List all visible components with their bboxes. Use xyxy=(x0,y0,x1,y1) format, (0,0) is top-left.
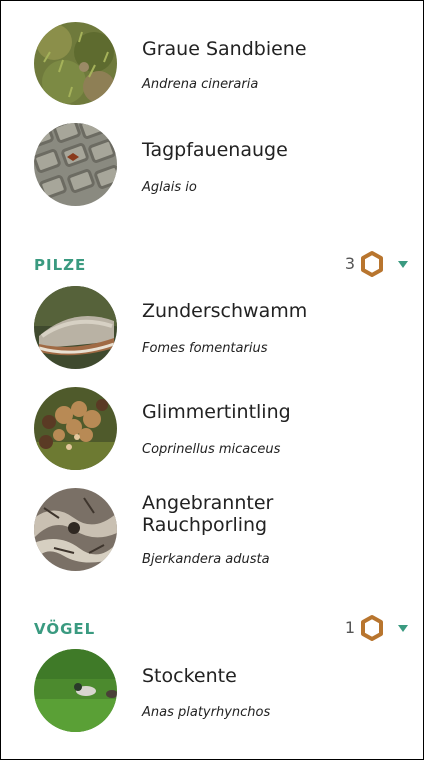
species-scientific-name: Coprinellus micaceus xyxy=(142,442,281,457)
section-title: VÖGEL xyxy=(34,620,96,638)
hexagon-icon xyxy=(361,251,383,277)
species-photo xyxy=(34,488,117,571)
species-scientific-name: Fomes fomentarius xyxy=(142,341,268,356)
chevron-down-icon[interactable] xyxy=(398,625,408,633)
species-common-name: Angebrannter Rauchporling xyxy=(142,492,274,536)
list-item-angebrannter-rauchporling[interactable]: Angebrannter Rauchporling Bjerkandera ad… xyxy=(34,488,404,572)
species-scientific-name: Bjerkandera adusta xyxy=(142,552,270,567)
species-common-name: Graue Sandbiene xyxy=(142,38,307,60)
species-common-name: Stockente xyxy=(142,665,237,687)
list-item-glimmertintling[interactable]: Glimmertintling Coprinellus micaceus xyxy=(34,387,404,471)
species-photo xyxy=(34,387,117,470)
section-header-voegel[interactable]: VÖGEL 1 xyxy=(34,614,410,644)
species-photo xyxy=(34,22,117,105)
list-item-graue-sandbiene[interactable]: Graue Sandbiene Andrena cineraria xyxy=(34,22,404,106)
species-scientific-name: Anas platyrhynchos xyxy=(142,705,271,720)
section-header-pilze[interactable]: PILZE 3 xyxy=(34,250,410,280)
section-count: 3 xyxy=(344,254,355,273)
species-common-name: Zunderschwamm xyxy=(142,300,308,322)
section-count: 1 xyxy=(344,618,355,637)
chevron-down-icon[interactable] xyxy=(398,261,408,269)
list-item-stockente[interactable]: Stockente Anas platyrhynchos xyxy=(34,649,404,733)
species-scientific-name: Aglais io xyxy=(142,180,197,195)
hexagon-icon xyxy=(361,615,383,641)
species-common-name: Glimmertintling xyxy=(142,401,291,423)
species-scientific-name: Andrena cineraria xyxy=(142,77,259,92)
species-photo xyxy=(34,649,117,732)
species-photo xyxy=(34,286,117,369)
list-item-tagpfauenauge[interactable]: Tagpfauenauge Aglais io xyxy=(34,123,404,207)
species-list: Graue Sandbiene Andrena cineraria Tagpfa… xyxy=(0,0,424,760)
list-item-zunderschwamm[interactable]: Zunderschwamm Fomes fomentarius xyxy=(34,286,404,370)
species-photo xyxy=(34,123,117,206)
species-common-name: Tagpfauenauge xyxy=(142,139,288,161)
section-title: PILZE xyxy=(34,256,87,274)
